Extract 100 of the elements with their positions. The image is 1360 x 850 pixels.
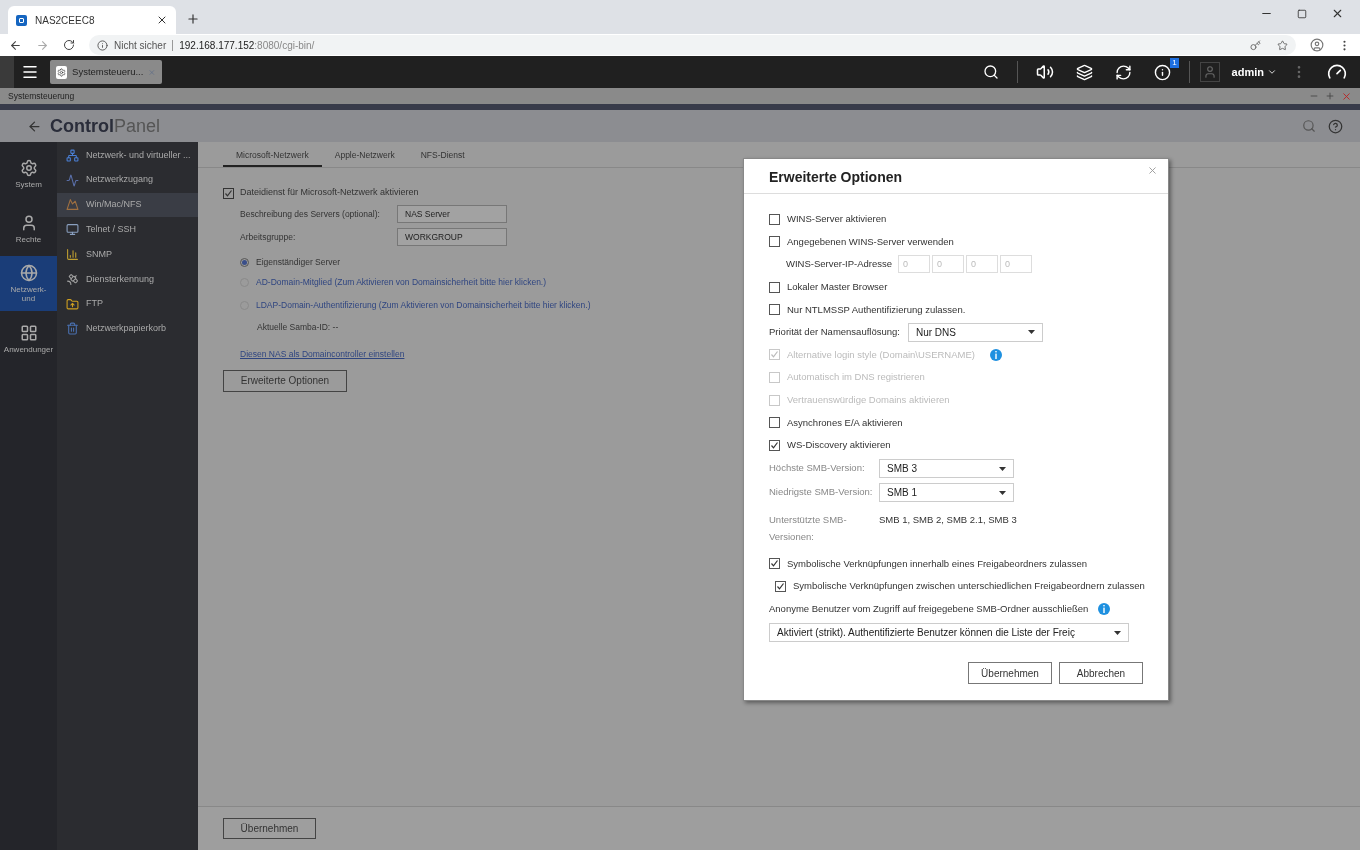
radio-link[interactable]: AD-Domain-Mitglied (Zum Aktivieren von Domainsicherheit bitte hier klicken.) xyxy=(256,275,547,289)
nav-item[interactable]: Netzwerkzugang xyxy=(57,167,198,193)
text-field[interactable]: WORKGROUP xyxy=(397,228,507,246)
favicon-icon xyxy=(16,14,27,26)
category-icon xyxy=(19,323,38,342)
option-label: Höchste SMB-Version: xyxy=(769,461,866,476)
option-label: WS-Discovery aktivieren xyxy=(787,438,891,453)
checkbox[interactable] xyxy=(769,558,780,570)
nav-icon xyxy=(66,173,79,187)
text-field[interactable]: NAS Server xyxy=(397,205,507,223)
samba-id-text: Aktuelle Samba-ID: -- xyxy=(257,321,339,334)
radio-link[interactable]: LDAP-Domain-Authentifizierung (Zum Aktivieren von Domainsicherheit bitte hier klicken.) xyxy=(256,299,591,312)
caret-icon xyxy=(999,466,1006,471)
dashboard-icon[interactable] xyxy=(1327,62,1347,82)
nav-icon xyxy=(66,272,79,286)
category-icon xyxy=(19,158,38,177)
browser-tab[interactable]: NAS2CEEC8 xyxy=(8,6,176,34)
app-tab[interactable]: Systemsteueru... xyxy=(50,60,162,84)
nav-item[interactable]: Telnet / SSH xyxy=(57,217,198,243)
field-label: Beschreibung des Servers (optional): xyxy=(240,207,381,221)
dialog-button[interactable]: Abbrechen xyxy=(1059,662,1143,684)
dropdown[interactable]: SMB 1 xyxy=(879,483,1014,503)
new-tab-icon[interactable] xyxy=(186,12,200,26)
key-icon[interactable] xyxy=(1250,39,1261,51)
radio-label: Eigenständiger Server xyxy=(256,255,341,269)
nav-icon xyxy=(66,223,79,237)
dropdown[interactable]: SMB 3 xyxy=(879,459,1014,479)
dialog-title: Erweiterte Optionen xyxy=(769,167,903,187)
tab-title: NAS2CEEC8 xyxy=(35,13,96,28)
checkbox[interactable] xyxy=(769,213,780,225)
avatar-icon[interactable] xyxy=(1199,62,1220,82)
option-label: Symbolische Verknüpfungen innerhalb eines Freigabeordners zulassen xyxy=(787,556,1087,571)
info-icon[interactable] xyxy=(1153,63,1171,81)
checkbox[interactable] xyxy=(223,187,234,199)
nav-icon xyxy=(66,148,79,162)
profile-icon[interactable] xyxy=(1310,38,1324,52)
nav-item[interactable]: Diensterkennung xyxy=(57,267,198,292)
nav-item[interactable]: SNMP xyxy=(57,242,198,267)
bookmark-icon[interactable] xyxy=(1277,39,1288,51)
option-label: Anonyme Benutzer vom Zugriff auf freigegebene SMB-Ordner ausschließen xyxy=(769,601,1089,616)
tab[interactable]: Microsoft-Netzwerk xyxy=(223,149,322,167)
option-label: WINS-Server-IP-Adresse xyxy=(786,257,893,272)
checkbox[interactable] xyxy=(769,417,780,429)
option-label: WINS-Server aktivieren xyxy=(787,212,887,227)
speaker-icon[interactable] xyxy=(1035,63,1054,81)
option-value: SMB 1, SMB 2, SMB 2.1, SMB 3 xyxy=(879,512,1017,527)
url-text: 192.168.177.152:8080/cgi-bin/ xyxy=(179,38,315,53)
option-label: Priorität der Namensauflösung: xyxy=(769,325,900,340)
user-menu[interactable]: admin xyxy=(1231,63,1277,81)
checkbox[interactable] xyxy=(769,236,780,248)
checkbox[interactable] xyxy=(775,580,786,592)
nav-icon xyxy=(66,322,79,336)
reload-icon[interactable] xyxy=(63,39,75,51)
nav-item[interactable]: Netzwerkpapierkorb xyxy=(57,316,198,342)
apply-button[interactable]: Übernehmen xyxy=(223,818,316,839)
tab[interactable]: NFS-Dienst xyxy=(407,149,478,167)
address-bar[interactable]: Nicht sicher 192.168.177.152:8080/cgi-bin/ xyxy=(89,35,1296,55)
settings-icon xyxy=(56,65,68,79)
maximize-icon[interactable] xyxy=(1297,8,1307,19)
category-item[interactable]: System xyxy=(0,146,57,201)
checkbox[interactable] xyxy=(769,281,780,293)
caret-icon xyxy=(1267,67,1277,77)
forward-icon[interactable] xyxy=(36,38,49,52)
caret-icon xyxy=(1027,330,1035,335)
notification-badge: 1 xyxy=(1170,57,1179,68)
dropdown[interactable]: Aktiviert (strikt). Authentifizierte Benutzer können die Liste der Freiç xyxy=(769,623,1129,643)
option-label: Dateidienst für Microsoft-Netzwerk aktivieren xyxy=(240,186,419,200)
back-icon[interactable] xyxy=(9,38,22,52)
category-item[interactable]: Anwendunger xyxy=(0,311,57,366)
info-icon xyxy=(97,39,108,51)
security-label: Nicht sicher xyxy=(114,38,167,53)
close-icon[interactable] xyxy=(156,14,168,26)
category-icon xyxy=(19,264,38,282)
menu-icon[interactable] xyxy=(21,63,39,81)
checkbox[interactable] xyxy=(769,304,780,316)
search-icon[interactable] xyxy=(982,64,999,80)
advanced-options-button[interactable]: Erweiterte Optionen xyxy=(223,369,347,392)
tab[interactable]: Apple-Netzwerk xyxy=(321,149,408,167)
checkbox[interactable] xyxy=(769,439,780,451)
stack-icon[interactable] xyxy=(1075,63,1093,81)
close-icon[interactable] xyxy=(1331,7,1344,20)
option-label: Alternative login style (Domain\USERNAME) xyxy=(787,347,975,362)
option-label: Symbolische Verknüpfungen zwischen unterschiedlichen Freigabeordnern zulassen xyxy=(793,579,1145,594)
domain-controller-link[interactable]: Diesen NAS als Domaincontroller einstellen xyxy=(240,347,405,361)
nav-item[interactable]: Win/Mac/NFS xyxy=(57,192,198,218)
sync-icon[interactable] xyxy=(1114,63,1132,81)
caret-icon xyxy=(999,490,1006,495)
help-icon[interactable] xyxy=(1328,118,1343,134)
option-label: Niedrigste SMB-Version: xyxy=(769,485,874,500)
nav-item[interactable]: FTP xyxy=(57,291,198,317)
app-title: ControlPanel xyxy=(50,114,162,138)
option-label: Nur NTLMSSP Authentifizierung zulassen. xyxy=(787,302,966,317)
category-item[interactable]: Netzwerk- und xyxy=(0,256,57,311)
option-label: Angegebenen WINS-Server verwenden xyxy=(787,234,954,249)
dropdown[interactable]: Nur DNS xyxy=(907,322,1043,342)
nav-item[interactable]: Netzwerk- und virtueller ... xyxy=(57,143,198,168)
option-label: Asynchrones E/A aktivieren xyxy=(787,415,903,430)
dialog-button[interactable]: Übernehmen xyxy=(968,662,1052,684)
category-item[interactable]: Rechte xyxy=(0,201,57,256)
back-icon[interactable] xyxy=(27,118,42,134)
